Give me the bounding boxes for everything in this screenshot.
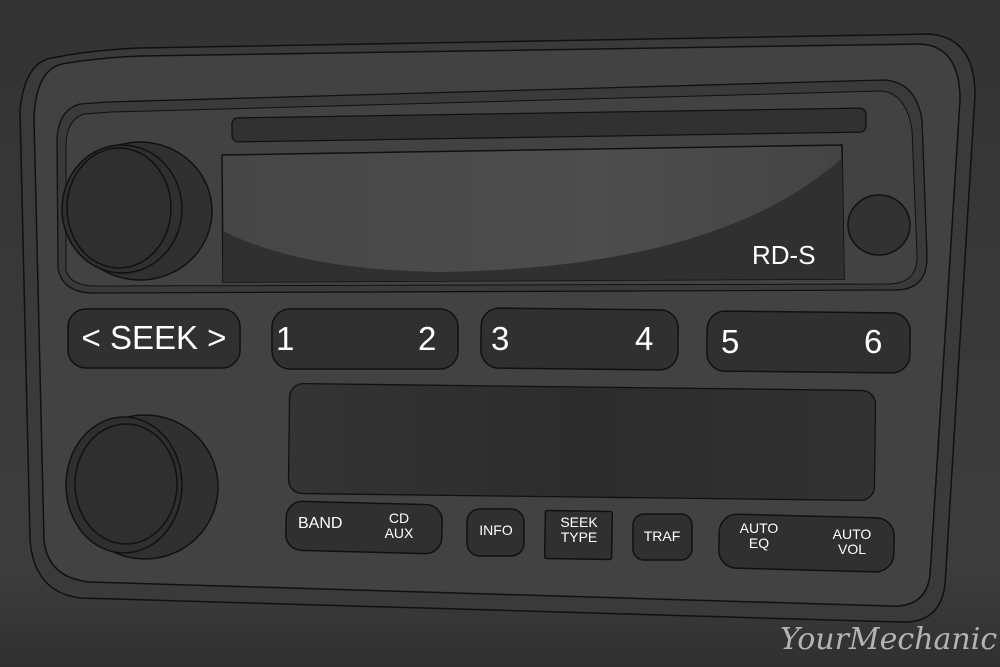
seek-type-line2: TYPE bbox=[560, 528, 598, 545]
watermark-logo: YourMechanic bbox=[780, 622, 998, 657]
seek-type-button-label[interactable]: SEEK TYPE bbox=[548, 515, 610, 544]
traf-button-label[interactable]: TRAF bbox=[636, 529, 688, 544]
seek-type-line1: SEEK bbox=[560, 514, 598, 530]
cd-label: CD bbox=[388, 510, 410, 526]
preset-6-label[interactable]: 6 bbox=[864, 324, 882, 360]
auto-eq-button-label[interactable]: AUTO EQ bbox=[733, 521, 785, 550]
auto-vol-button-label[interactable]: AUTO VOL bbox=[826, 527, 878, 556]
info-button-label[interactable]: INFO bbox=[474, 523, 518, 538]
preset-5-label[interactable]: 5 bbox=[721, 324, 739, 360]
aux-label: AUX bbox=[384, 524, 414, 541]
auto-eq-line1: AUTO bbox=[739, 520, 779, 536]
cd-aux-button-label[interactable]: CD AUX bbox=[380, 511, 418, 540]
preset-3-label[interactable]: 3 bbox=[491, 321, 509, 357]
preset-4-label[interactable]: 4 bbox=[635, 321, 653, 357]
seek-button-label[interactable]: < SEEK > bbox=[76, 320, 232, 356]
secondary-display bbox=[287, 382, 877, 502]
band-button-label[interactable]: BAND bbox=[298, 515, 342, 533]
auto-vol-line1: AUTO bbox=[832, 526, 872, 542]
preset-1-label[interactable]: 1 bbox=[276, 321, 294, 357]
volume-knob-icon[interactable] bbox=[61, 141, 213, 281]
auto-eq-line2: EQ bbox=[748, 534, 770, 551]
preset-2-label[interactable]: 2 bbox=[418, 321, 436, 357]
tune-knob-icon[interactable] bbox=[65, 414, 219, 560]
display-label: RD-S bbox=[752, 240, 816, 270]
auto-vol-line2: VOL bbox=[837, 540, 866, 557]
round-button-icon[interactable] bbox=[847, 194, 911, 256]
